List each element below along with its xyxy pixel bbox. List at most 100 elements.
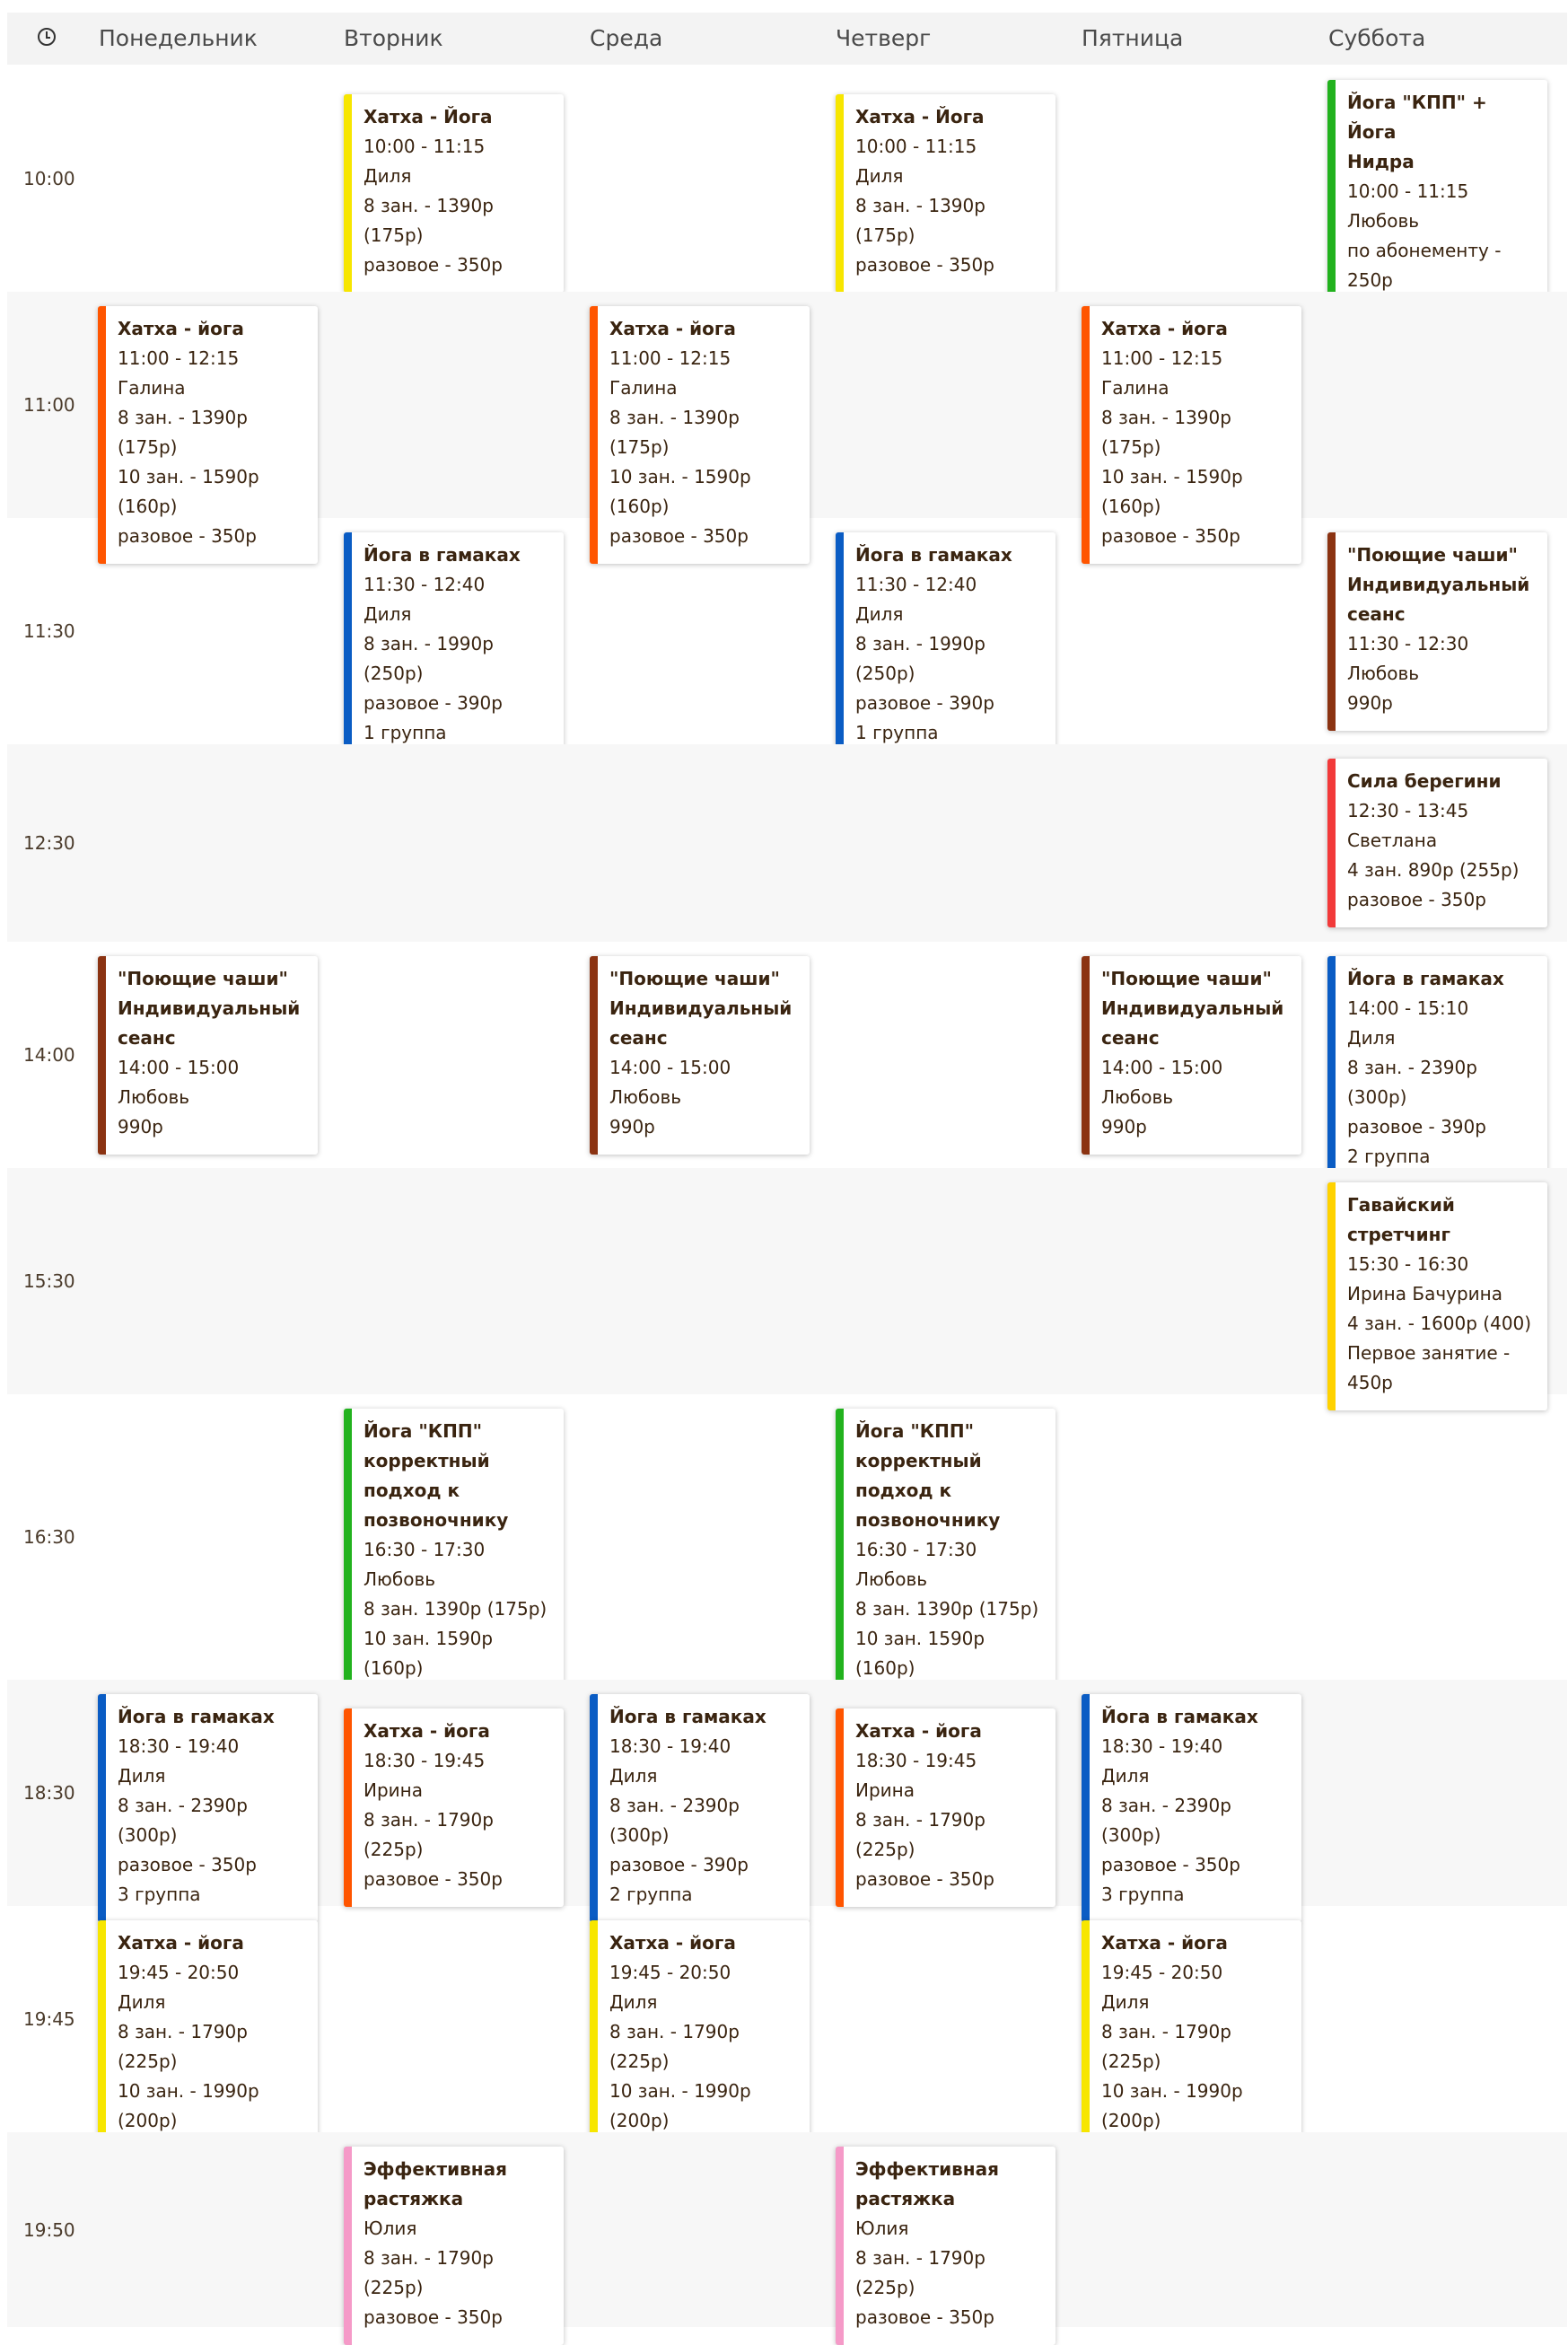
class-title: растяжка bbox=[364, 2188, 464, 2209]
time-label: 11:00 bbox=[23, 394, 75, 416]
time-label: 14:00 bbox=[23, 1044, 75, 1066]
class-detail: разовое - 390р bbox=[609, 1854, 749, 1875]
class-card-йога-в-гамаках[interactable]: Йога в гамаках 18:30 - 19:40 Диля 8 зан. - … bbox=[1082, 1694, 1301, 1922]
class-title: Йога в гамаках bbox=[118, 1706, 275, 1727]
class-detail: 10:00 - 11:15 bbox=[855, 136, 977, 157]
class-detail: 18:30 - 19:45 bbox=[364, 1750, 486, 1771]
time-label: 18:30 bbox=[23, 1782, 75, 1804]
class-detail: 8 зан. - 1390р (175р) bbox=[364, 195, 494, 246]
class-card-гавайский-стретчинг[interactable]: Гавайский стретчинг 15:30 - 16:30 Ирина Ба… bbox=[1327, 1182, 1547, 1410]
class-card-сила-берегини[interactable]: Сила берегини 12:30 - 13:45 Светлана 4 зан.… bbox=[1327, 759, 1547, 927]
day-header: Суббота bbox=[1328, 25, 1426, 51]
class-detail: Галина bbox=[1101, 377, 1169, 399]
class-card-йога-в-гамаках[interactable]: Йога в гамаках 11:30 - 12:40 Диля 8 зан. - … bbox=[836, 532, 1056, 760]
class-title: Сила берегини bbox=[1347, 770, 1502, 792]
class-detail: 14:00 - 15:00 bbox=[118, 1057, 240, 1078]
time-row bbox=[7, 2132, 1567, 2327]
class-detail: 8 зан. - 2390р (300р) bbox=[1347, 1057, 1477, 1108]
class-detail: 10:00 - 11:15 bbox=[364, 136, 486, 157]
class-title: сеанс bbox=[609, 1027, 668, 1049]
class-detail: Любовь bbox=[1347, 210, 1420, 232]
class-title: Йога "КПП" + Йога bbox=[1347, 92, 1487, 143]
class-title: Хатха - Йога bbox=[855, 106, 985, 127]
class-card-поющие-чаши-индивидуальный-сеанс[interactable]: "Поющие чаши" Индивидуальный сеанс 14:00 - … bbox=[1082, 956, 1301, 1155]
time-label: 12:30 bbox=[23, 832, 75, 854]
class-detail: Любовь bbox=[1101, 1086, 1174, 1108]
class-detail: Любовь bbox=[364, 1568, 436, 1590]
class-title: Индивидуальный bbox=[118, 997, 301, 1019]
class-card-поющие-чаши-индивидуальный-сеанс[interactable]: "Поющие чаши" Индивидуальный сеанс 11:30 - … bbox=[1327, 532, 1547, 731]
class-detail: 8 зан. - 1990р (250р) bbox=[364, 633, 494, 684]
class-card-йога-в-гамаках[interactable]: Йога в гамаках 11:30 - 12:40 Диля 8 зан. - … bbox=[344, 532, 564, 760]
class-title: "Поющие чаши" bbox=[609, 968, 780, 989]
class-card-эффективная-растяжка[interactable]: Эффективная растяжка Юлия 8 зан. - 1790р (2… bbox=[836, 2147, 1056, 2345]
class-detail: Галина bbox=[118, 377, 186, 399]
class-card-йога-в-гамаках[interactable]: Йога в гамаках 18:30 - 19:40 Диля 8 зан. - … bbox=[590, 1694, 810, 1922]
class-title: Хатха - Йога bbox=[364, 106, 493, 127]
class-detail: 10 зан. - 1990р (200р) bbox=[1101, 2080, 1243, 2131]
class-detail: 10 зан. - 1590р (160р) bbox=[609, 466, 751, 517]
class-detail: разовое - 350р bbox=[118, 1854, 257, 1875]
class-detail: 8 зан. 1390р (175р) bbox=[855, 1598, 1039, 1620]
class-title: сеанс bbox=[1101, 1027, 1160, 1049]
class-detail: разовое - 350р bbox=[855, 254, 994, 276]
day-header: Среда bbox=[590, 25, 663, 51]
class-detail: Светлана bbox=[1347, 830, 1438, 851]
class-card-йога-кпп-корректный-подход-к-позвоночнику[interactable]: Йога "КПП" корректный подход к позвоночник… bbox=[344, 1409, 564, 1726]
class-card-хатха-йога[interactable]: Хатха - Йога 10:00 - 11:15 Диля 8 зан. - 13… bbox=[344, 94, 564, 293]
class-card-хатха-йога[interactable]: Хатха - йога 18:30 - 19:45 Ирина 8 зан. - 1… bbox=[344, 1708, 564, 1907]
day-header: Понедельник bbox=[99, 25, 258, 51]
class-detail: 14:00 - 15:00 bbox=[1101, 1057, 1223, 1078]
class-card-эффективная-растяжка[interactable]: Эффективная растяжка Юлия 8 зан. - 1790р (2… bbox=[344, 2147, 564, 2345]
class-title: Йога в гамаках bbox=[1101, 1706, 1258, 1727]
class-detail: Диля bbox=[364, 603, 412, 625]
class-title: "Поющие чаши" bbox=[1101, 968, 1272, 989]
class-detail: 11:30 - 12:40 bbox=[364, 574, 486, 595]
class-detail: 8 зан. - 2390р (300р) bbox=[1101, 1795, 1231, 1846]
class-detail: Галина bbox=[609, 377, 678, 399]
class-card-йога-кпп-корректный-подход-к-позвоночнику[interactable]: Йога "КПП" корректный подход к позвоночник… bbox=[836, 1409, 1056, 1726]
class-detail: разовое - 390р bbox=[364, 692, 503, 714]
class-detail: Любовь bbox=[118, 1086, 190, 1108]
class-detail: 11:00 - 12:15 bbox=[609, 347, 731, 369]
time-label: 16:30 bbox=[23, 1526, 75, 1548]
class-detail: 19:45 - 20:50 bbox=[609, 1962, 731, 1983]
class-detail: 11:30 - 12:40 bbox=[855, 574, 977, 595]
class-title: "Поющие чаши" bbox=[1347, 544, 1518, 566]
class-title: Индивидуальный bbox=[609, 997, 793, 1019]
class-detail: 11:00 - 12:15 bbox=[1101, 347, 1223, 369]
time-label: 19:45 bbox=[23, 2008, 75, 2030]
class-card-йога-в-гамаках[interactable]: Йога в гамаках 18:30 - 19:40 Диля 8 зан. - … bbox=[98, 1694, 318, 1922]
class-card-поющие-чаши-индивидуальный-сеанс[interactable]: "Поющие чаши" Индивидуальный сеанс 14:00 - … bbox=[98, 956, 318, 1155]
class-title: позвоночнику bbox=[855, 1509, 1001, 1531]
class-title: Хатха - йога bbox=[118, 1932, 244, 1954]
class-card-хатха-йога[interactable]: Хатха - йога 18:30 - 19:45 Ирина 8 зан. - 1… bbox=[836, 1708, 1056, 1907]
class-card-хатха-йога[interactable]: Хатха - Йога 10:00 - 11:15 Диля 8 зан. - 13… bbox=[836, 94, 1056, 293]
class-title: сеанс bbox=[118, 1027, 176, 1049]
time-label: 10:00 bbox=[23, 167, 75, 189]
time-label: 11:30 bbox=[23, 620, 75, 642]
class-card-поющие-чаши-индивидуальный-сеанс[interactable]: "Поющие чаши" Индивидуальный сеанс 14:00 - … bbox=[590, 956, 810, 1155]
class-detail: 4 зан. 890р (255р) bbox=[1347, 859, 1520, 881]
class-detail: 19:45 - 20:50 bbox=[118, 1962, 240, 1983]
class-detail: Диля bbox=[118, 1765, 166, 1787]
class-title: Эффективная bbox=[855, 2158, 999, 2180]
class-detail: 990р bbox=[1101, 1116, 1147, 1137]
class-title: Йога в гамаках bbox=[609, 1706, 766, 1727]
class-detail: разовое - 350р bbox=[1347, 889, 1486, 910]
class-detail: разовое - 390р bbox=[855, 692, 994, 714]
class-detail: Диля bbox=[855, 603, 904, 625]
class-detail: 18:30 - 19:45 bbox=[855, 1750, 977, 1771]
class-detail: 10 зан. - 1590р (160р) bbox=[1101, 466, 1243, 517]
class-card-йога-в-гамаках[interactable]: Йога в гамаках 14:00 - 15:10 Диля 8 зан. - … bbox=[1327, 956, 1547, 1184]
class-detail: 15:30 - 16:30 bbox=[1347, 1253, 1469, 1275]
class-title: Йога "КПП" bbox=[364, 1420, 483, 1442]
class-title: Хатха - йога bbox=[609, 318, 736, 339]
class-detail: 8 зан. - 1390р (175р) bbox=[1101, 407, 1231, 458]
class-title: Индивидуальный bbox=[1101, 997, 1284, 1019]
class-title: позвоночнику bbox=[364, 1509, 509, 1531]
class-detail: 16:30 - 17:30 bbox=[364, 1539, 486, 1560]
class-detail: 990р bbox=[609, 1116, 655, 1137]
class-detail: 18:30 - 19:40 bbox=[609, 1735, 731, 1757]
class-detail: разовое - 350р bbox=[855, 1868, 994, 1890]
